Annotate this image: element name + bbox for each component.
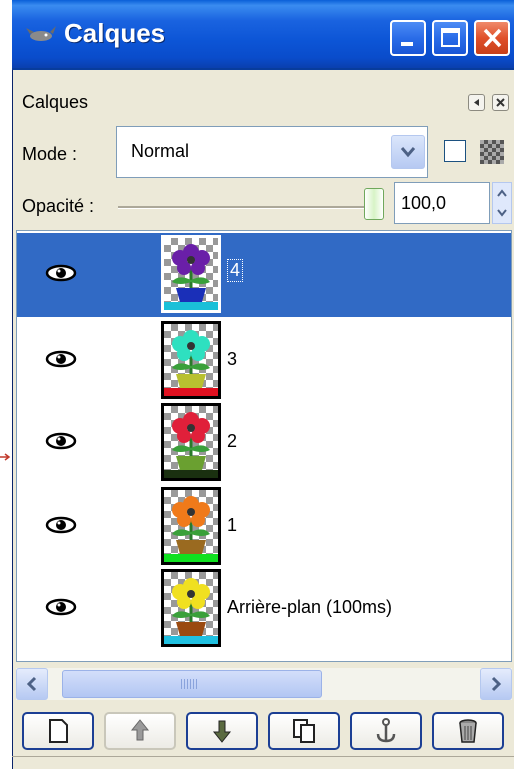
lower-layer-button[interactable] [186, 712, 258, 750]
chevron-left-icon [26, 676, 37, 692]
close-icon [496, 98, 505, 107]
mode-dropdown-button[interactable] [391, 135, 425, 169]
raise-layer-button[interactable] [104, 712, 176, 750]
mode-label: Mode : [22, 144, 78, 164]
alpha-checker-icon [480, 140, 504, 164]
layer-thumbnail[interactable] [161, 403, 221, 481]
layer-thumbnail[interactable] [161, 321, 221, 399]
layer-row[interactable]: 4 [17, 233, 511, 317]
new-layer-icon [49, 719, 68, 743]
flower-pot-icon [164, 330, 218, 396]
chevron-right-icon [491, 676, 502, 692]
menu-arrow-icon [474, 99, 479, 106]
layer-list[interactable]: 4 3 2 1 Arrière-plan (100ms) [16, 230, 512, 662]
spin-up-button[interactable] [493, 183, 511, 203]
visibility-eye-icon[interactable] [45, 515, 77, 535]
close-icon [483, 28, 502, 48]
layer-name[interactable]: 2 [227, 431, 237, 452]
lock-alpha-checkbox[interactable] [444, 140, 466, 162]
panel-title: Calques [22, 92, 89, 112]
mode-select[interactable]: Normal [116, 126, 428, 178]
delete-layer-icon [459, 719, 477, 743]
opacity-input[interactable]: 100,0 [394, 182, 490, 224]
duplicate-layer-icon [293, 719, 315, 743]
visibility-eye-icon[interactable] [45, 431, 77, 451]
visibility-eye-icon[interactable] [45, 349, 77, 369]
visibility-eye-icon[interactable] [45, 263, 77, 283]
delete-layer-button[interactable] [432, 712, 504, 750]
new-layer-button[interactable] [22, 712, 94, 750]
panel-close-button[interactable] [492, 94, 509, 111]
chevron-down-icon [497, 209, 507, 217]
opacity-spinner[interactable] [492, 182, 512, 224]
lower-layer-icon [212, 720, 232, 743]
layer-name[interactable]: 4 [227, 259, 244, 282]
flower-pot-icon [164, 496, 218, 562]
opacity-slider-thumb[interactable] [364, 188, 384, 220]
layer-name[interactable]: 1 [227, 515, 237, 536]
chevron-up-icon [497, 189, 507, 197]
title-bar[interactable]: Calques [12, 0, 514, 70]
gimp-icon [26, 26, 56, 41]
horizontal-scrollbar[interactable] [16, 668, 512, 700]
layer-thumbnail[interactable] [161, 235, 221, 313]
layers-window: Calques Calques Mode : Normal Opacité : … [12, 0, 514, 769]
layer-row[interactable]: 2 [17, 401, 511, 485]
visibility-eye-icon[interactable] [45, 597, 77, 617]
chevron-down-icon [400, 147, 416, 158]
layer-thumbnail[interactable] [161, 487, 221, 565]
duplicate-layer-button[interactable] [268, 712, 340, 750]
spin-down-button[interactable] [493, 203, 511, 223]
minimize-button[interactable] [390, 20, 426, 56]
flower-pot-icon [164, 244, 218, 310]
panel-menu-button[interactable] [468, 94, 485, 111]
layer-row[interactable]: Arrière-plan (100ms) [17, 567, 511, 651]
opacity-label: Opacité : [22, 196, 95, 216]
scroll-left-button[interactable] [16, 668, 48, 700]
maximize-icon [441, 28, 460, 47]
pointer-arrow-icon [0, 453, 11, 461]
scroll-thumb[interactable] [62, 670, 322, 698]
layer-row[interactable]: 3 [17, 319, 511, 403]
layer-name[interactable]: 3 [227, 349, 237, 370]
layer-row[interactable]: 1 [17, 485, 511, 569]
close-button[interactable] [474, 20, 510, 56]
flower-pot-icon [164, 412, 218, 478]
layer-name[interactable]: Arrière-plan (100ms) [227, 597, 392, 618]
anchor-layer-icon [376, 718, 396, 743]
opacity-slider-track[interactable] [118, 206, 368, 209]
scroll-right-button[interactable] [480, 668, 512, 700]
window-title: Calques [64, 18, 166, 48]
layer-thumbnail[interactable] [161, 569, 221, 647]
anchor-layer-button[interactable] [350, 712, 422, 750]
scroll-grip [181, 679, 197, 689]
raise-layer-icon [130, 719, 150, 741]
maximize-button[interactable] [432, 20, 468, 56]
minimize-icon [401, 42, 413, 46]
mode-value: Normal [131, 141, 190, 161]
flower-pot-icon [164, 578, 218, 644]
bottom-border [12, 756, 514, 761]
